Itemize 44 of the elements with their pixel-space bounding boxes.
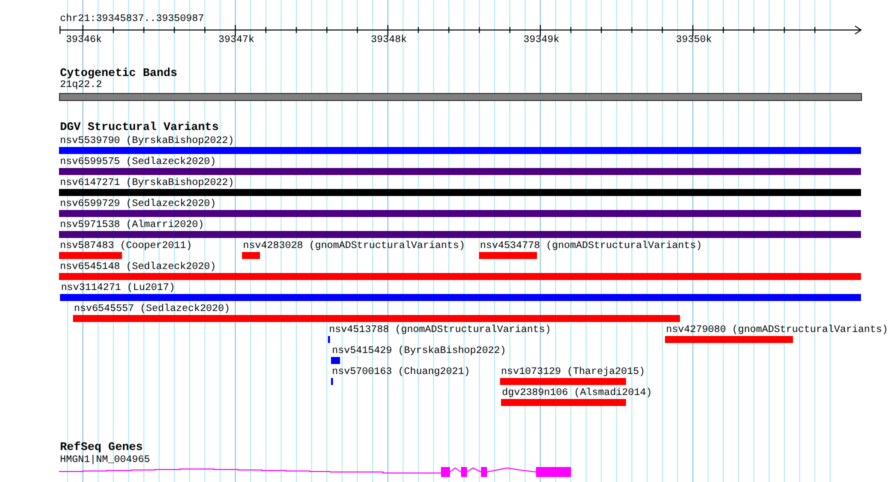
variant-bar[interactable] xyxy=(331,357,340,364)
variant-label: nsv5971538 (Almarri2020) xyxy=(60,220,204,231)
variant-bar[interactable] xyxy=(59,231,861,238)
variant-bar[interactable] xyxy=(500,378,626,385)
variant-bar[interactable] xyxy=(59,252,122,259)
track-title: RefSeq Genes xyxy=(60,442,143,454)
track-title: DGV Structural Variants xyxy=(60,122,219,134)
ruler-tick-label: 39350k xyxy=(676,35,712,46)
ruler-tick-label: 39349k xyxy=(523,35,560,46)
location-label: chr21:39345837..39350987 xyxy=(60,14,204,25)
variant-bar[interactable] xyxy=(242,252,260,259)
variant-label: nsv4283028 (gnomADStructuralVariants) xyxy=(243,241,466,252)
variant-label: nsv6599575 (Sedlazeck2020) xyxy=(60,157,216,168)
variant-label: nsv3114271 (Lu2017) xyxy=(61,283,176,294)
variant-bar[interactable] xyxy=(479,252,537,259)
variant-bar[interactable] xyxy=(59,273,861,280)
ruler-tick-label: 39348k xyxy=(370,35,407,46)
variant-label: nsv6599729 (Sedlazeck2020) xyxy=(60,199,216,210)
variant-label: nsv5700163 (Chuang2021) xyxy=(332,367,470,378)
variant-label: nsv1073129 (Thareja2015) xyxy=(501,367,646,378)
variant-label: nsv6147271 (ByrskaBishop2022) xyxy=(60,178,234,189)
variant-bar[interactable] xyxy=(59,210,861,217)
variant-label: nsv587483 (Cooper2011) xyxy=(60,241,192,252)
variant-bar[interactable] xyxy=(59,168,861,175)
variant-bar[interactable] xyxy=(59,189,861,196)
variant-label: nsv4534778 (gnomADStructuralVariants) xyxy=(480,241,702,252)
variant-label: nsv4513788 (gnomADStructuralVariants) xyxy=(329,325,552,336)
gene-model-drawing[interactable] xyxy=(59,466,572,478)
ruler-tick-label: 39347k xyxy=(218,35,254,46)
variant-label: dgv2389n106 (Alsmadi2014) xyxy=(502,388,652,399)
variant-label: nsv5415429 (ByrskaBishop2022) xyxy=(332,346,506,357)
variant-bar[interactable] xyxy=(501,399,626,406)
variant-label: nsv5539790 (ByrskaBishop2022) xyxy=(60,136,234,147)
band-label: 21q22.2 xyxy=(60,80,102,91)
variant-bar[interactable] xyxy=(59,147,861,154)
ruler-tick-label: 39346k xyxy=(66,35,102,46)
variant-bar[interactable] xyxy=(665,336,793,343)
variant-bar[interactable] xyxy=(60,294,861,301)
gene-label: HMGN1|NM_004965 xyxy=(60,455,150,466)
variant-label: nsv6545557 (Sedlazeck2020) xyxy=(74,304,230,315)
variant-label: nsv6545148 (Sedlazeck2020) xyxy=(60,262,216,273)
variant-bar[interactable] xyxy=(73,315,680,322)
variant-label: nsv4279080 (gnomADStructuralVariants) xyxy=(666,325,888,336)
track-title: Cytogenetic Bands xyxy=(60,68,178,80)
